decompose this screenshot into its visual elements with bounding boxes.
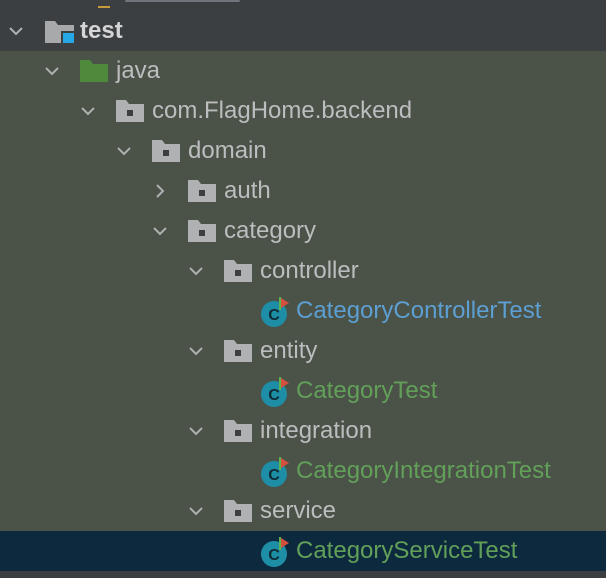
tree-node-category-integration-test[interactable]: C CategoryIntegrationTest [0,451,606,491]
chevron-down-icon[interactable] [80,103,96,119]
previous-item-label-fragment [125,0,240,2]
class-icon-letter: C [268,307,280,324]
tree-node-label: CategoryServiceTest [296,537,518,564]
package-icon [188,180,216,202]
tree-node-label: service [260,497,337,524]
tree-node-entity[interactable]: entity [0,331,606,371]
tree-node-label: com.FlagHome.backend [152,97,413,124]
tree-node-category-service-test[interactable]: C CategoryServiceTest [0,531,606,571]
tree-node-label: CategoryIntegrationTest [296,457,551,484]
source-folder-icon [80,60,108,82]
chevron-down-icon[interactable] [188,343,204,359]
chevron-down-icon[interactable] [188,263,204,279]
tree-node-test[interactable]: test [0,11,606,51]
project-tree: test java com.FlagHome.backend domain au… [0,0,606,578]
tree-node-domain[interactable]: domain [0,131,606,171]
tree-node-java[interactable]: java [0,51,606,91]
class-icon-letter: C [268,387,280,404]
package-icon [224,340,252,362]
tree-node-label: auth [224,177,271,204]
chevron-down-icon[interactable] [44,63,60,79]
test-folder-icon [44,20,76,44]
tree-node-category-test[interactable]: C CategoryTest [0,371,606,411]
tree-node-category-controller-test[interactable]: C CategoryControllerTest [0,291,606,331]
test-class-icon: C [259,377,291,407]
previous-item-icon [98,0,110,8]
chevron-down-icon[interactable] [188,423,204,439]
chevron-down-icon[interactable] [116,143,132,159]
package-icon [116,100,144,122]
test-class-icon: C [259,537,291,567]
tree-bottom-gap [0,571,606,578]
class-icon-letter: C [268,547,280,564]
tree-node-label: domain [188,137,267,164]
class-icon-letter: C [268,467,280,484]
tree-node-category[interactable]: category [0,211,606,251]
chevron-down-icon[interactable] [8,23,24,39]
tree-node-label: integration [260,417,373,444]
tree-node-label: CategoryControllerTest [296,297,542,324]
chevron-down-icon[interactable] [152,223,168,239]
chevron-down-icon[interactable] [188,503,204,519]
package-icon [152,140,180,162]
tree-node-label: controller [260,257,359,284]
tree-node-label: CategoryTest [296,377,438,404]
test-class-icon: C [259,297,291,327]
previous-item-fragment [0,0,606,11]
tree-node-com-flaghome-backend[interactable]: com.FlagHome.backend [0,91,606,131]
tree-node-label: test [80,17,123,44]
tree-node-label: category [224,217,317,244]
tree-node-auth[interactable]: auth [0,171,606,211]
package-icon [188,220,216,242]
tree-node-label: entity [260,337,318,364]
package-icon [224,260,252,282]
package-icon [224,500,252,522]
chevron-right-icon[interactable] [152,183,168,199]
package-icon [224,420,252,442]
tree-node-label: java [116,57,161,84]
tree-node-controller[interactable]: controller [0,251,606,291]
tree-node-service[interactable]: service [0,491,606,531]
test-class-icon: C [259,457,291,487]
tree-node-integration[interactable]: integration [0,411,606,451]
